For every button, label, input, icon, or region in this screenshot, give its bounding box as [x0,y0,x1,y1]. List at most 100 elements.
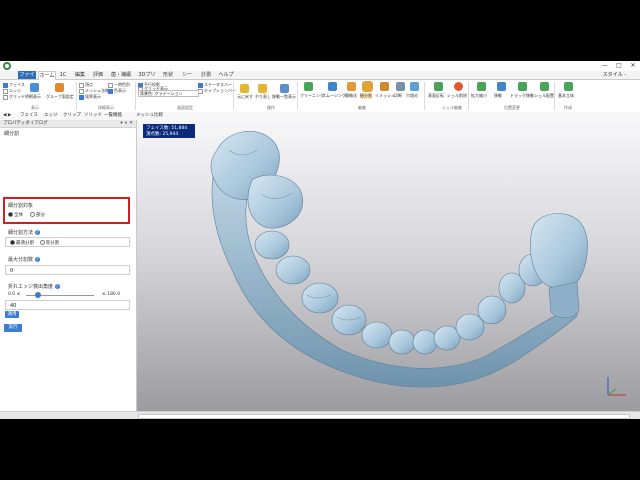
simplify-button[interactable]: 簡略化 [345,93,357,99]
group-separator [233,82,234,110]
maximize-button[interactable]: □ [612,61,626,71]
color-display-checkbox[interactable]: 色表示 [108,88,126,94]
group-label-screen: 画面設定 [177,105,193,110]
fill-hole-button[interactable]: 穴埋め [406,93,418,99]
grid-checkbox[interactable]: グリッド [3,94,25,100]
close-button[interactable]: ✕ [626,61,640,71]
shell-place-button[interactable]: シェル配置 [534,93,554,99]
title-bar: — □ ✕ [0,61,640,71]
group-label-operation: 操作 [267,105,275,110]
3d-viewport[interactable]: フェイス数: 51,884 頂点数: 25,944 [137,120,640,411]
move-list-button[interactable]: 移動一覧表示 [272,94,296,100]
tab-1c[interactable]: 1C [58,71,68,79]
smoothing-icon[interactable] [328,82,337,91]
flip-surface-button[interactable]: 表面反転 [428,93,444,99]
application-window: — □ ✕ ファイル ホーム 1C 編集 評価 歯・補綴 3Dプリント 形状 シ… [0,61,640,419]
highlight-frame [3,197,130,224]
method-optimal-radio[interactable]: 最適分割 [10,240,34,246]
style-menu[interactable]: スタイル - [603,71,626,79]
smoothing-button[interactable]: スムージング [322,93,346,99]
bright-display-icon[interactable] [30,83,39,92]
background-select[interactable]: 背景色: グラデーション [138,90,199,97]
drag-move-icon[interactable] [518,82,527,91]
fill-hole-icon[interactable] [410,82,419,91]
group-label-edit: 編集 [358,105,366,110]
flip-surface-icon[interactable] [434,82,443,91]
tab-measure[interactable]: 計測 [200,71,212,79]
group-face-icon[interactable] [55,83,64,92]
angle-max-label: ≤ 180.0 [102,292,121,297]
max-divisions-field[interactable]: 0 [5,265,130,275]
move-list-icon[interactable] [280,84,289,93]
nav-arrows-icon[interactable]: ◀ ▶ [3,112,11,120]
breadcrumb-item[interactable]: エッジ [44,112,58,120]
caption-bar-checkbox[interactable]: キャプションバー [198,88,236,94]
property-panel: プロパティダイアログ ▾ × ✕ 細分割 細分割対象 全体 部分 細分割方法 ?… [0,120,137,411]
subdivide-button[interactable]: 細分割 [360,93,372,99]
tab-home[interactable]: ホーム [38,71,56,80]
group-label-create: 作成 [564,105,572,110]
panel-title: プロパティダイアログ [3,121,48,126]
scale-button[interactable]: 拡大縮小 [471,93,487,99]
group-separator [554,82,555,110]
help-icon[interactable]: ? [54,284,60,289]
cut-icon[interactable] [396,82,405,91]
tab-edit[interactable]: 編集 [74,71,86,79]
group-face-button[interactable]: グループ面設定 [46,94,74,100]
drag-move-button[interactable]: ドラッグ移動 [510,93,534,99]
breadcrumb-item[interactable]: ソリッド [84,112,102,120]
delete-shell-icon[interactable] [454,82,463,91]
minimize-button[interactable]: — [598,61,612,71]
breadcrumb-item[interactable]: メッシュ比較 [136,112,163,120]
help-icon[interactable]: ? [34,257,40,262]
panel-header: プロパティダイアログ ▾ × ✕ [0,120,136,128]
undo-button[interactable]: 元に戻す [237,94,253,100]
subdivide-icon[interactable] [362,81,373,92]
group-separator [76,82,77,110]
undo-icon[interactable] [240,84,249,93]
cleaning-button[interactable]: クリーニング [300,93,324,99]
method-equal-radio[interactable]: 等分割 [39,240,59,246]
help-icon[interactable]: ? [34,230,40,235]
redo-button[interactable]: やり直し [255,94,271,100]
breadcrumb-item[interactable]: 一覧機能 [104,112,122,120]
panel-controls[interactable]: ▾ × ✕ [120,120,133,127]
redo-icon[interactable] [258,84,267,93]
tab-file[interactable]: ファイル [18,71,36,86]
tab-teeth[interactable]: 歯・補綴 [110,71,132,79]
dental-model[interactable] [137,120,640,411]
group-label-detail: 詳細表示 [98,105,114,110]
remesh-button[interactable]: リメッシュ [375,93,395,99]
run-button[interactable]: 実行 [4,324,22,332]
move-icon[interactable] [497,82,506,91]
tab-scene[interactable]: シーン [180,71,194,86]
cleaning-icon[interactable] [304,82,313,91]
primitive-icon[interactable] [564,82,573,91]
group-separator [297,82,298,110]
group-label-position: 位置変更 [504,105,520,110]
remesh-icon[interactable] [380,82,389,91]
shell-place-icon[interactable] [540,82,549,91]
apply-button[interactable]: 適用 [5,311,19,318]
primitive-button[interactable]: 基本立体 [558,93,574,99]
tab-3dprint[interactable]: 3Dプリント [136,71,158,86]
method-label: 細分割方法 ? [8,230,40,236]
group-label-shell: シェル編集 [442,105,462,110]
cut-button[interactable]: 切断 [394,93,402,99]
angle-field[interactable]: 40 [5,300,130,310]
breadcrumb-item[interactable]: フェイス [20,112,38,120]
boundary-checkbox[interactable]: 境界表示 [79,94,101,100]
angle-slider-thumb[interactable] [34,292,41,298]
status-bar [0,411,640,419]
move-button[interactable]: 移動 [494,93,502,99]
tab-shape[interactable]: 形状 [162,71,174,79]
scale-icon[interactable] [477,82,486,91]
simplify-icon[interactable] [347,82,356,91]
breadcrumb-item[interactable]: クリップ [63,112,81,120]
horizontal-scrollbar[interactable] [138,414,630,419]
tab-evaluate[interactable]: 評価 [92,71,104,79]
delete-shell-button[interactable]: シェル削除 [447,93,467,99]
angle-min-label: 0.0 ≤ [8,292,21,297]
bright-display-button[interactable]: 明朝表示 [25,94,41,100]
tab-help[interactable]: ヘルプ [218,71,234,79]
